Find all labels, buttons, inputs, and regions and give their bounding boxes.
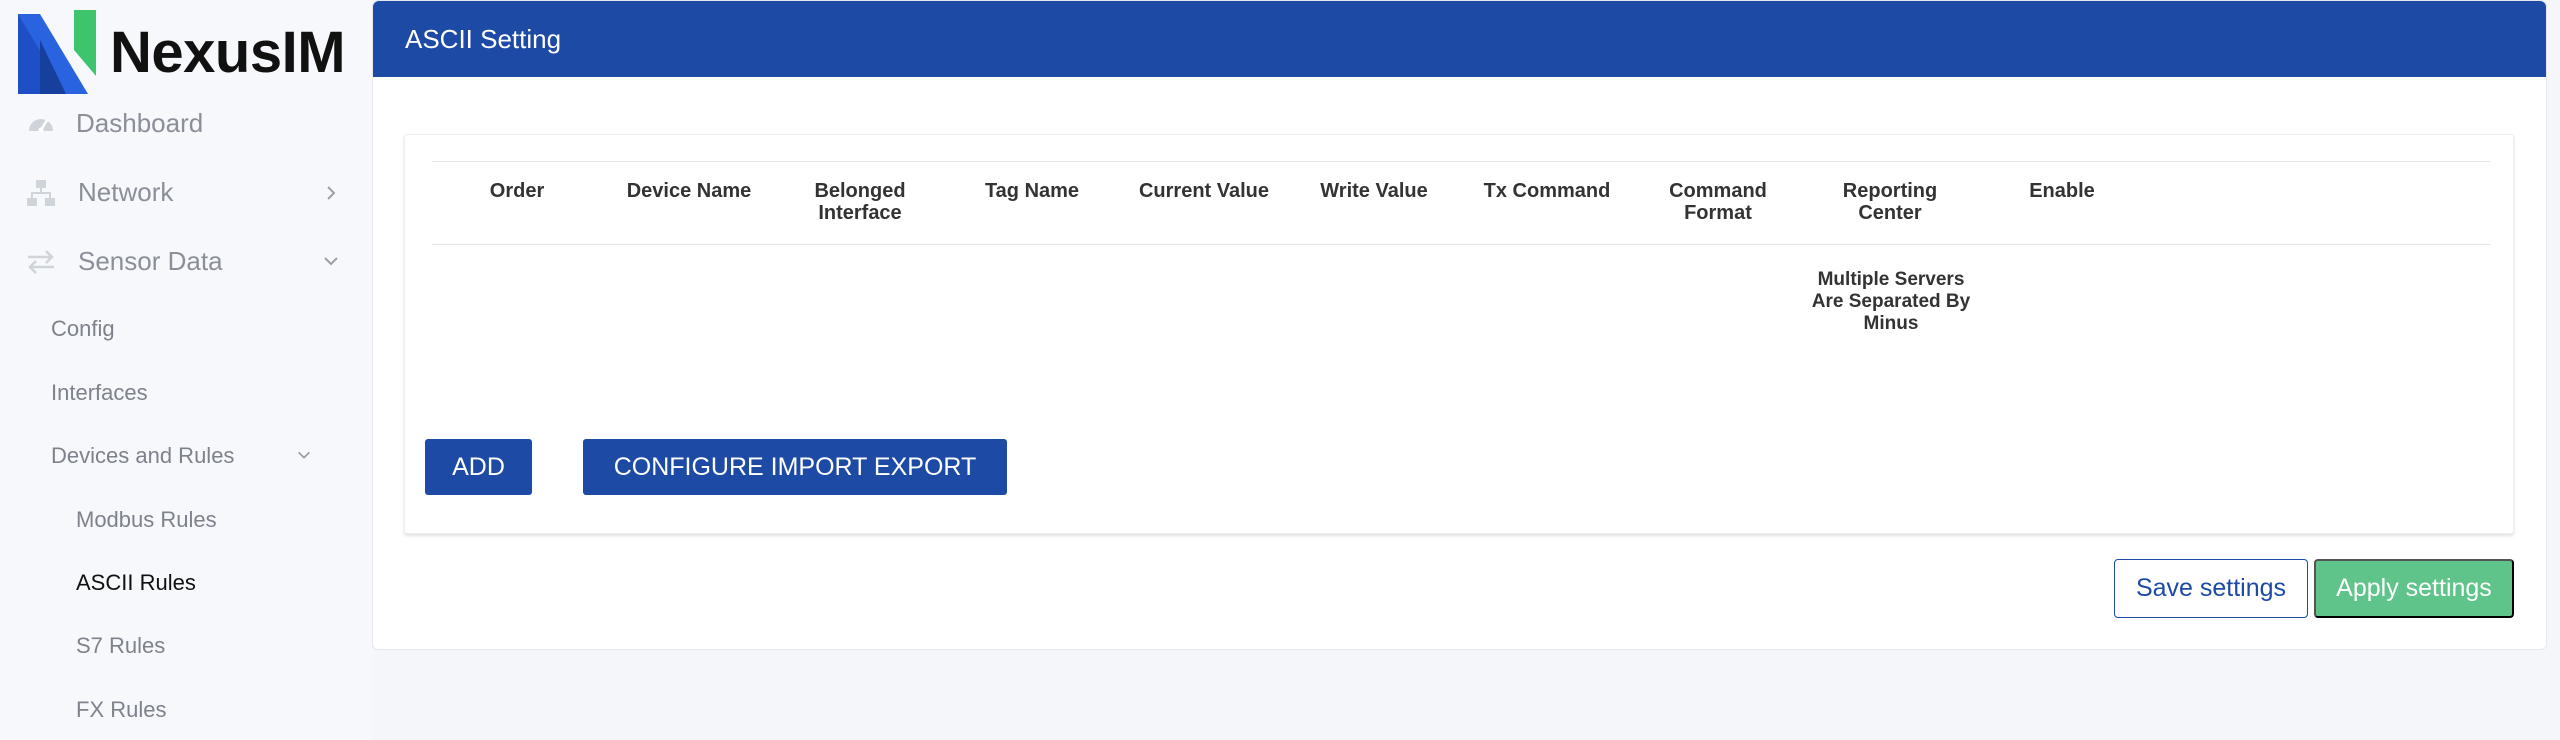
column-header-tx-command[interactable]: Tx Command bbox=[1467, 180, 1627, 202]
page-title: ASCII Setting bbox=[373, 1, 2546, 77]
network-icon bbox=[26, 178, 56, 208]
logo: NexusIM bbox=[18, 10, 346, 94]
sidebar-item-label: Dashboard bbox=[76, 108, 204, 138]
column-header-tag-name[interactable]: Tag Name bbox=[952, 180, 1112, 202]
column-header-enable[interactable]: Enable bbox=[1982, 180, 2142, 202]
column-header-belonged-interface[interactable]: Belonged Interface bbox=[780, 180, 940, 224]
sidebar-item-s7-rules[interactable]: S7 Rules bbox=[76, 633, 165, 659]
chevron-down-icon[interactable] bbox=[296, 447, 312, 463]
column-header-order[interactable]: Order bbox=[437, 180, 597, 202]
apply-settings-button[interactable]: Apply settings bbox=[2314, 559, 2514, 618]
chevron-down-icon[interactable] bbox=[322, 252, 340, 270]
main-panel: ASCII Setting Order Device Name Belonged… bbox=[372, 0, 2547, 650]
chevron-right-icon[interactable] bbox=[322, 184, 340, 202]
rules-card: Order Device Name Belonged Interface Tag… bbox=[404, 134, 2514, 534]
transfer-arrows-icon bbox=[26, 247, 56, 277]
nexusim-logo-icon bbox=[18, 10, 96, 94]
reporting-center-note: Multiple Servers Are Separated By Minus bbox=[1811, 269, 1971, 334]
configure-import-export-button[interactable]: CONFIGURE IMPORT EXPORT bbox=[583, 439, 1007, 495]
column-header-command-format[interactable]: Command Format bbox=[1648, 180, 1788, 224]
column-header-reporting-center[interactable]: Reporting Center bbox=[1820, 180, 1960, 224]
brand-name: NexusIM bbox=[110, 19, 346, 85]
add-button[interactable]: ADD bbox=[425, 439, 532, 495]
sidebar-item-label: Sensor Data bbox=[78, 246, 223, 276]
sidebar-item-config[interactable]: Config bbox=[51, 316, 115, 342]
sidebar-item-dashboard[interactable]: Dashboard bbox=[26, 108, 203, 139]
sidebar-item-fx-rules[interactable]: FX Rules bbox=[76, 697, 166, 723]
rules-table: Order Device Name Belonged Interface Tag… bbox=[432, 161, 2490, 334]
column-header-write-value[interactable]: Write Value bbox=[1294, 180, 1454, 202]
table-header: Order Device Name Belonged Interface Tag… bbox=[432, 161, 2490, 245]
save-settings-button[interactable]: Save settings bbox=[2114, 559, 2308, 618]
sidebar-item-network[interactable]: Network bbox=[26, 177, 173, 208]
sidebar-item-label: Network bbox=[78, 177, 174, 207]
dashboard-gauge-icon bbox=[26, 109, 56, 139]
sidebar-item-modbus-rules[interactable]: Modbus Rules bbox=[76, 507, 217, 533]
sidebar: NexusIM Dashboard Network Sensor Data Co… bbox=[0, 0, 372, 740]
sidebar-item-sensor-data[interactable]: Sensor Data bbox=[26, 246, 223, 277]
sidebar-item-devices-and-rules[interactable]: Devices and Rules bbox=[51, 443, 234, 469]
column-header-device-name[interactable]: Device Name bbox=[609, 180, 769, 202]
sidebar-item-interfaces[interactable]: Interfaces bbox=[51, 380, 148, 406]
sidebar-item-ascii-rules[interactable]: ASCII Rules bbox=[76, 570, 196, 596]
column-header-current-value[interactable]: Current Value bbox=[1124, 180, 1284, 202]
